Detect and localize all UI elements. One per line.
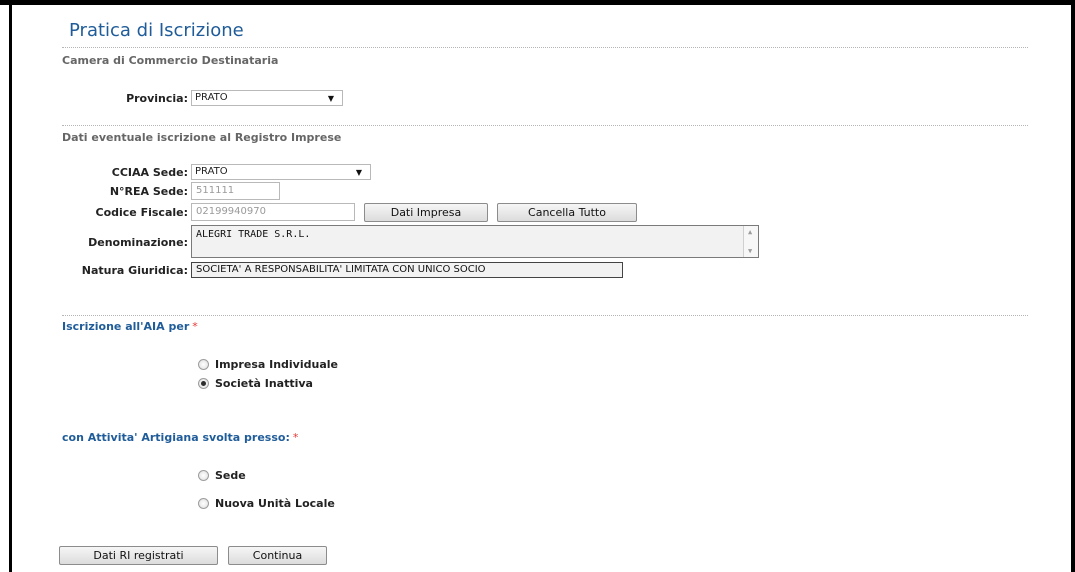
provincia-label: Provincia: [126, 92, 188, 105]
required-asterisk: * [192, 320, 198, 333]
nrea-sede-label: N°REA Sede: [109, 185, 188, 198]
radio-sede-label[interactable]: Sede [215, 469, 246, 482]
natura-giuridica-label: Natura Giuridica: [81, 264, 188, 277]
section-attivita-title: con Attivita' Artigiana svolta presso: * [62, 431, 298, 444]
natura-giuridica-field: SOCIETA' A RESPONSABILITA' LIMITATA CON … [191, 262, 623, 278]
provincia-select-value: PRATO [195, 92, 228, 103]
denominazione-label: Denominazione: [88, 236, 188, 249]
section-divider [62, 125, 1028, 126]
radio-impresa-individuale-label[interactable]: Impresa Individuale [215, 358, 338, 371]
title-divider [62, 47, 1028, 48]
denominazione-textarea[interactable]: ALEGRI TRADE S.R.L. ▲ ▼ [191, 225, 759, 258]
section-divider [62, 315, 1028, 316]
codice-fiscale-field[interactable]: 02199940970 [191, 203, 355, 221]
radio-nuova-unita-locale[interactable] [198, 498, 209, 509]
chevron-down-icon: ▼ [327, 94, 334, 103]
radio-societa-inattiva-label[interactable]: Società Inattiva [215, 377, 313, 390]
cciaa-sede-select-value: PRATO [195, 166, 228, 177]
denominazione-value: ALEGRI TRADE S.R.L. [196, 229, 311, 240]
radio-nuova-unita-locale-label[interactable]: Nuova Unità Locale [215, 497, 335, 510]
page-title: Pratica di Iscrizione [69, 20, 244, 41]
cancella-tutto-button[interactable]: Cancella Tutto [497, 203, 637, 222]
cciaa-sede-label: CCIAA Sede: [111, 166, 188, 179]
dati-impresa-button[interactable]: Dati Impresa [364, 203, 488, 222]
required-asterisk: * [292, 431, 299, 444]
attivita-text: con Attivita' Artigiana svolta presso: [62, 431, 290, 444]
iscrizione-aia-text: Iscrizione all'AIA per [62, 320, 190, 333]
scroll-down-icon[interactable]: ▼ [748, 247, 752, 255]
denominazione-scrollbar[interactable]: ▲ ▼ [743, 226, 758, 257]
nrea-sede-field[interactable]: 511111 [191, 182, 280, 200]
radio-sede[interactable] [198, 470, 209, 481]
section-registro-title: Dati eventuale iscrizione al Registro Im… [62, 131, 342, 144]
radio-impresa-individuale[interactable] [198, 359, 209, 370]
provincia-select[interactable]: PRATO ▼ [191, 90, 343, 106]
window-right-border [1071, 5, 1075, 572]
chevron-down-icon: ▼ [355, 168, 362, 177]
section-iscrizione-aia-title: Iscrizione all'AIA per * [62, 320, 198, 333]
scroll-up-icon[interactable]: ▲ [748, 228, 752, 236]
dati-ri-registrati-button[interactable]: Dati RI registrati [59, 546, 218, 565]
section-camera-title: Camera di Commercio Destinataria [62, 54, 279, 67]
cciaa-sede-select[interactable]: PRATO ▼ [191, 164, 371, 180]
radio-societa-inattiva[interactable] [198, 378, 209, 389]
codice-fiscale-label: Codice Fiscale: [95, 206, 189, 219]
window-left-border [9, 5, 12, 572]
continua-button[interactable]: Continua [228, 546, 327, 565]
window-top-border [0, 0, 1075, 5]
